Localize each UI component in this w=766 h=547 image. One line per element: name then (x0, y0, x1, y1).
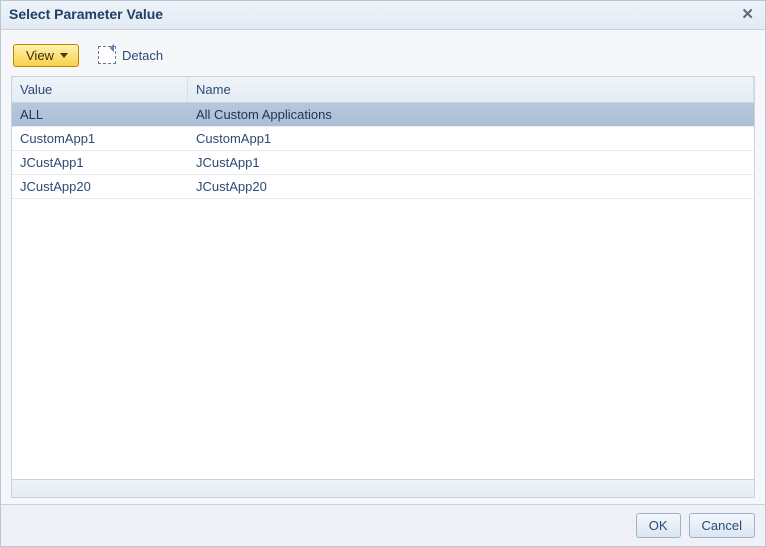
cell-value: CustomApp1 (12, 127, 188, 150)
dialog-body: View Detach Value Name ALLAll Custom App… (1, 30, 765, 504)
cell-name: JCustApp20 (188, 175, 754, 198)
table-header-row: Value Name (12, 77, 754, 103)
ok-button[interactable]: OK (636, 513, 681, 538)
detach-button[interactable]: Detach (91, 42, 170, 68)
detach-label: Detach (122, 48, 163, 63)
table-row[interactable]: JCustApp20JCustApp20 (12, 175, 754, 199)
cancel-button[interactable]: Cancel (689, 513, 755, 538)
table-body: ALLAll Custom ApplicationsCustomApp1Cust… (12, 103, 754, 479)
column-header-value[interactable]: Value (12, 77, 188, 102)
chevron-down-icon (60, 53, 68, 58)
cell-value: JCustApp1 (12, 151, 188, 174)
toolbar: View Detach (11, 40, 755, 76)
cell-value: JCustApp20 (12, 175, 188, 198)
view-menu-label: View (26, 48, 54, 63)
cell-name: JCustApp1 (188, 151, 754, 174)
parameter-table: Value Name ALLAll Custom ApplicationsCus… (11, 76, 755, 498)
select-parameter-dialog: Select Parameter Value ✕ View Detach Val… (0, 0, 766, 547)
table-row[interactable]: CustomApp1CustomApp1 (12, 127, 754, 151)
column-header-name[interactable]: Name (188, 77, 754, 102)
view-menu-button[interactable]: View (13, 44, 79, 67)
dialog-header: Select Parameter Value ✕ (1, 1, 765, 30)
close-icon[interactable]: ✕ (738, 5, 757, 23)
table-row[interactable]: ALLAll Custom Applications (12, 103, 754, 127)
dialog-footer: OK Cancel (1, 504, 765, 546)
table-row[interactable]: JCustApp1JCustApp1 (12, 151, 754, 175)
cell-name: All Custom Applications (188, 103, 754, 126)
table-footer (12, 479, 754, 497)
dialog-title: Select Parameter Value (9, 6, 163, 22)
cell-name: CustomApp1 (188, 127, 754, 150)
detach-icon (98, 46, 116, 64)
cell-value: ALL (12, 103, 188, 126)
